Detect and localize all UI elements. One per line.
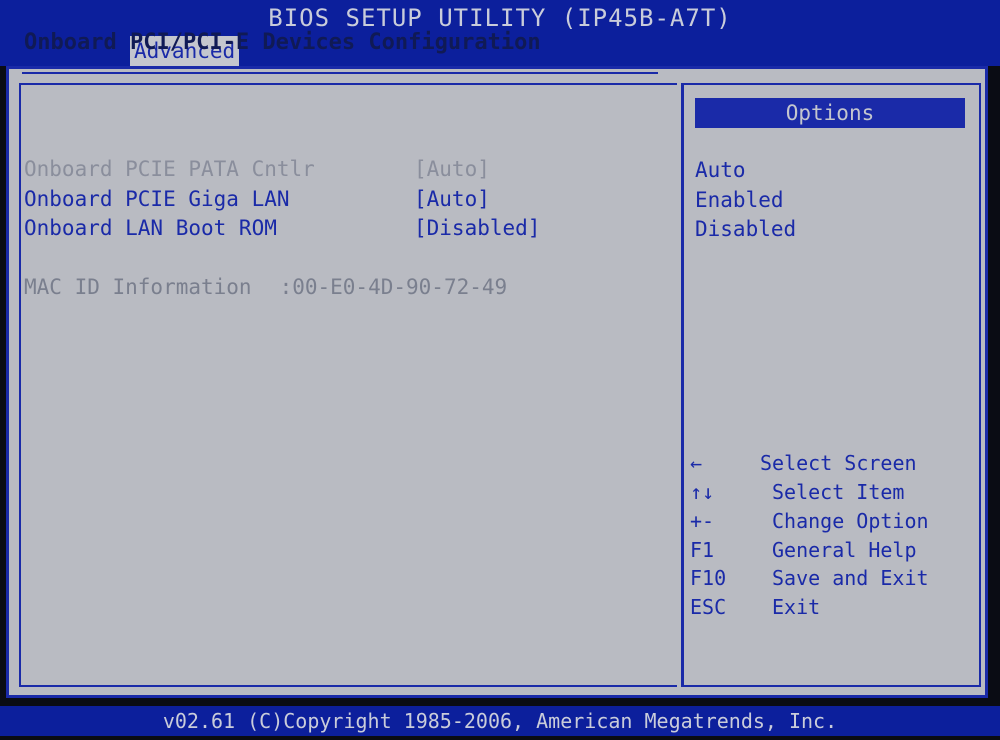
left-arrow-icon: ← — [690, 451, 703, 475]
page-title: Onboard PCI/PCI-E Devices Configuration — [24, 30, 541, 55]
options-header: Options — [695, 98, 965, 128]
setting-pcie-pata-cntlr: Onboard PCIE PATA Cntlr [Auto] — [24, 155, 644, 183]
up-down-arrow-icon: ↑↓ — [690, 480, 715, 504]
option-disabled[interactable]: Disabled — [695, 215, 796, 243]
copyright-footer: v02.61 (C)Copyright 1985-2006, American … — [0, 706, 1000, 736]
key-desc: General Help — [772, 538, 917, 562]
setting-label: Onboard LAN Boot ROM — [24, 216, 277, 240]
mac-id-label: MAC ID Information — [24, 275, 252, 299]
esc-key: ESC — [690, 595, 727, 619]
setting-lan-boot-rom[interactable]: Onboard LAN Boot ROM [Disabled] — [24, 214, 644, 242]
mac-id-value: :00-E0-4D-90-72-49 — [279, 275, 508, 299]
option-auto[interactable]: Auto — [695, 156, 746, 184]
key-desc: Select Item — [772, 480, 905, 504]
setting-value: [Auto] — [414, 157, 490, 181]
key-desc: Change Option — [772, 509, 929, 533]
key-desc: Exit — [772, 595, 821, 619]
f1-key: F1 — [690, 538, 715, 562]
title-divider — [22, 72, 658, 74]
setting-label: Onboard PCIE Giga LAN — [24, 187, 290, 211]
f10-key: F10 — [690, 566, 727, 590]
option-enabled[interactable]: Enabled — [695, 186, 784, 214]
plus-minus-key: +- — [690, 509, 715, 533]
setting-value[interactable]: [Disabled] — [414, 214, 540, 242]
mac-id-info: MAC ID Information :00-E0-4D-90-72-49 — [24, 273, 507, 301]
setting-pcie-giga-lan[interactable]: Onboard PCIE Giga LAN [Auto] — [24, 185, 644, 213]
key-desc: Select Screen — [760, 451, 917, 475]
setting-value[interactable]: [Auto] — [414, 185, 490, 213]
setting-label: Onboard PCIE PATA Cntlr — [24, 157, 315, 181]
key-desc: Save and Exit — [772, 566, 929, 590]
